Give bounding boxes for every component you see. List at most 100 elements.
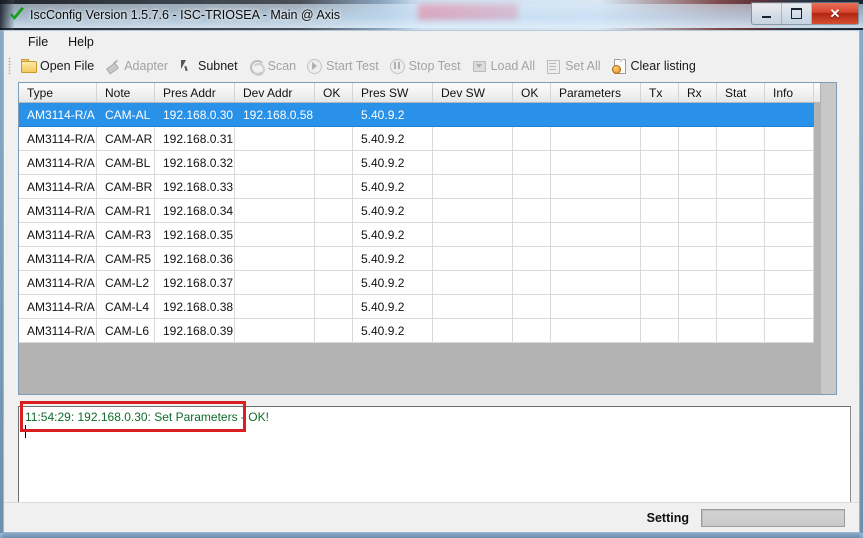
table-cell[interactable] [641,247,679,271]
table-cell[interactable] [513,199,551,223]
table-cell[interactable] [513,271,551,295]
table-cell[interactable] [765,247,814,271]
menu-item-file[interactable]: File [18,33,58,51]
table-cell[interactable] [235,151,315,175]
table-cell[interactable] [315,151,353,175]
table-cell[interactable]: 5.40.9.2 [353,199,433,223]
table-cell[interactable]: CAM-L4 [97,295,155,319]
table-cell[interactable]: 5.40.9.2 [353,127,433,151]
table-cell[interactable] [765,319,814,343]
table-cell[interactable]: CAM-L2 [97,271,155,295]
table-cell[interactable]: CAM-R1 [97,199,155,223]
table-cell[interactable] [679,175,717,199]
table-cell[interactable]: AM3114-R/A [19,247,97,271]
table-cell[interactable]: AM3114-R/A [19,103,97,127]
table-cell[interactable] [641,295,679,319]
table-cell[interactable] [315,175,353,199]
table-cell[interactable] [513,295,551,319]
table-cell[interactable] [641,223,679,247]
table-cell[interactable]: 5.40.9.2 [353,175,433,199]
column-header[interactable]: Tx [641,83,679,102]
table-cell[interactable] [717,319,765,343]
table-cell[interactable]: 5.40.9.2 [353,295,433,319]
table-cell[interactable]: AM3114-R/A [19,271,97,295]
table-cell[interactable]: 192.168.0.31 [155,127,235,151]
table-row[interactable]: AM3114-R/A CAM-AL 192.168.0.30 192.168.0.58… [19,103,836,127]
table-cell[interactable] [551,247,641,271]
table-row[interactable]: AM3114-R/A CAM-L2 192.168.0.37 5.40.9.2 [19,271,836,295]
table-cell[interactable]: 5.40.9.2 [353,223,433,247]
table-cell[interactable] [551,199,641,223]
table-cell[interactable] [551,103,641,127]
table-cell[interactable]: 192.168.0.30 [155,103,235,127]
table-cell[interactable] [679,223,717,247]
table-cell[interactable]: CAM-R5 [97,247,155,271]
table-cell[interactable]: 192.168.0.37 [155,271,235,295]
table-cell[interactable] [235,223,315,247]
table-cell[interactable] [235,319,315,343]
table-row[interactable]: AM3114-R/A CAM-BR 192.168.0.33 5.40.9.2 [19,175,836,199]
column-header[interactable]: Pres SW [353,83,433,102]
table-cell[interactable] [765,103,814,127]
table-cell[interactable] [717,175,765,199]
table-cell[interactable]: 192.168.0.32 [155,151,235,175]
table-cell[interactable]: 192.168.0.38 [155,295,235,319]
table-cell[interactable] [551,295,641,319]
table-cell[interactable] [679,319,717,343]
table-cell[interactable] [235,175,315,199]
table-cell[interactable]: 192.168.0.58 [235,103,315,127]
table-row[interactable]: AM3114-R/A CAM-BL 192.168.0.32 5.40.9.2 [19,151,836,175]
minimize-button[interactable] [752,3,782,24]
clear-listing-button[interactable]: Clear listing [606,55,701,77]
table-cell[interactable] [551,175,641,199]
table-cell[interactable] [513,247,551,271]
column-header[interactable]: Rx [679,83,717,102]
table-cell[interactable] [433,247,513,271]
table-cell[interactable]: 5.40.9.2 [353,247,433,271]
table-row[interactable]: AM3114-R/A CAM-R1 192.168.0.34 5.40.9.2 [19,199,836,223]
table-cell[interactable]: 5.40.9.2 [353,103,433,127]
column-header[interactable]: OK [513,83,551,102]
table-cell[interactable] [765,295,814,319]
table-cell[interactable] [315,295,353,319]
table-row[interactable]: AM3114-R/A CAM-AR 192.168.0.31 5.40.9.2 [19,127,836,151]
table-cell[interactable] [717,247,765,271]
table-cell[interactable] [315,271,353,295]
table-cell[interactable] [315,199,353,223]
table-cell[interactable] [235,199,315,223]
table-cell[interactable] [433,127,513,151]
table-cell[interactable] [315,127,353,151]
table-cell[interactable]: AM3114-R/A [19,319,97,343]
table-cell[interactable] [433,151,513,175]
table-cell[interactable] [235,295,315,319]
table-cell[interactable] [641,271,679,295]
table-cell[interactable] [641,103,679,127]
table-row[interactable]: AM3114-R/A CAM-R5 192.168.0.36 5.40.9.2 [19,247,836,271]
table-cell[interactable] [717,103,765,127]
toolbar-grip[interactable] [8,57,11,75]
table-cell[interactable]: 192.168.0.34 [155,199,235,223]
table-cell[interactable] [641,199,679,223]
column-header[interactable]: Note [97,83,155,102]
set-all-button[interactable]: Set All [540,55,605,77]
table-cell[interactable] [315,247,353,271]
subnet-button[interactable]: Subnet [173,55,243,77]
table-cell[interactable] [513,103,551,127]
table-cell[interactable]: AM3114-R/A [19,151,97,175]
table-cell[interactable]: 192.168.0.35 [155,223,235,247]
table-cell[interactable] [717,295,765,319]
open-file-button[interactable]: Open File [15,55,99,77]
column-header[interactable]: Pres Addr [155,83,235,102]
table-cell[interactable] [513,175,551,199]
table-cell[interactable] [717,271,765,295]
column-header[interactable]: Dev Addr [235,83,315,102]
load-all-button[interactable]: Load All [466,55,540,77]
close-button[interactable]: ✕ [812,3,858,24]
table-cell[interactable] [551,223,641,247]
table-cell[interactable] [679,103,717,127]
table-cell[interactable]: 5.40.9.2 [353,271,433,295]
table-cell[interactable] [513,223,551,247]
table-cell[interactable]: AM3114-R/A [19,175,97,199]
table-cell[interactable] [765,199,814,223]
table-cell[interactable] [679,151,717,175]
